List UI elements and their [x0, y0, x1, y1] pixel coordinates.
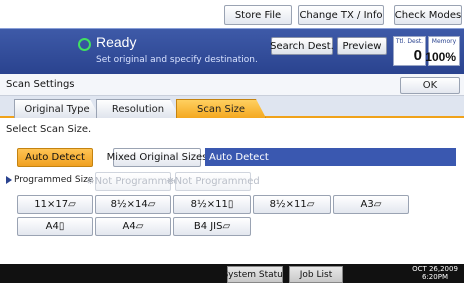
date-time-display: OCT 26,2009 6:20PM: [410, 265, 460, 281]
ready-circle-icon: [78, 38, 91, 51]
triangle-right-icon: [6, 176, 12, 184]
tab-original-type[interactable]: Original Type: [14, 99, 100, 118]
tab-resolution[interactable]: Resolution: [96, 99, 180, 118]
time-text: 6:20PM: [422, 273, 448, 281]
memory-value: 100%: [425, 50, 456, 64]
check-modes-button[interactable]: Check Modes: [394, 5, 462, 25]
size-a4-landscape-button[interactable]: A4▱: [95, 217, 171, 236]
job-list-button[interactable]: Job List: [289, 266, 343, 283]
total-destinations-counter: Ttl. Dest. 0: [393, 36, 426, 66]
programmed-size-label: Programmed Size: [6, 175, 93, 185]
status-subtitle: Set original and specify destination.: [96, 55, 258, 65]
section-label: Select Scan Size.: [6, 124, 92, 135]
total-destinations-value: 0: [413, 47, 422, 64]
memory-label: Memory: [431, 38, 457, 45]
size-a3-button[interactable]: A3▱: [333, 195, 409, 214]
settings-title: Scan Settings: [6, 79, 75, 90]
search-dest-button[interactable]: Search Dest.: [270, 37, 334, 55]
date-text: OCT 26,2009: [412, 265, 458, 273]
change-tx-info-button[interactable]: Change TX / Info: [298, 5, 384, 25]
memory-counter: Memory 100%: [425, 36, 460, 66]
auto-detect-button[interactable]: Auto Detect: [17, 148, 93, 167]
current-scan-size-display: Auto Detect: [205, 148, 456, 166]
size-8-5x11-landscape-button[interactable]: 8½×11▱: [253, 195, 331, 214]
size-8-5x14-button[interactable]: 8½×14▱: [95, 195, 171, 214]
total-destinations-label: Ttl. Dest.: [395, 38, 424, 45]
status-title: Ready: [96, 34, 137, 50]
system-status-button[interactable]: System Status: [222, 266, 288, 283]
size-a4-portrait-button[interactable]: A4▯: [17, 217, 93, 236]
mixed-original-sizes-button[interactable]: Mixed Original Sizes: [107, 148, 207, 167]
programmed-slot-2: ※Not Programmed: [166, 172, 260, 191]
programmed-slot-1: ※Not Programmed: [86, 172, 180, 191]
ok-button[interactable]: OK: [400, 77, 460, 94]
size-8-5x11-portrait-button[interactable]: 8½×11▯: [173, 195, 251, 214]
size-11x17-button[interactable]: 11×17▱: [17, 195, 93, 214]
programmed-size-text: Programmed Size: [14, 175, 94, 185]
size-b4-jis-button[interactable]: B4 JIS▱: [173, 217, 251, 236]
preview-button[interactable]: Preview: [337, 37, 387, 55]
tab-scan-size[interactable]: Scan Size: [176, 99, 266, 118]
store-file-button[interactable]: Store File: [224, 5, 292, 25]
